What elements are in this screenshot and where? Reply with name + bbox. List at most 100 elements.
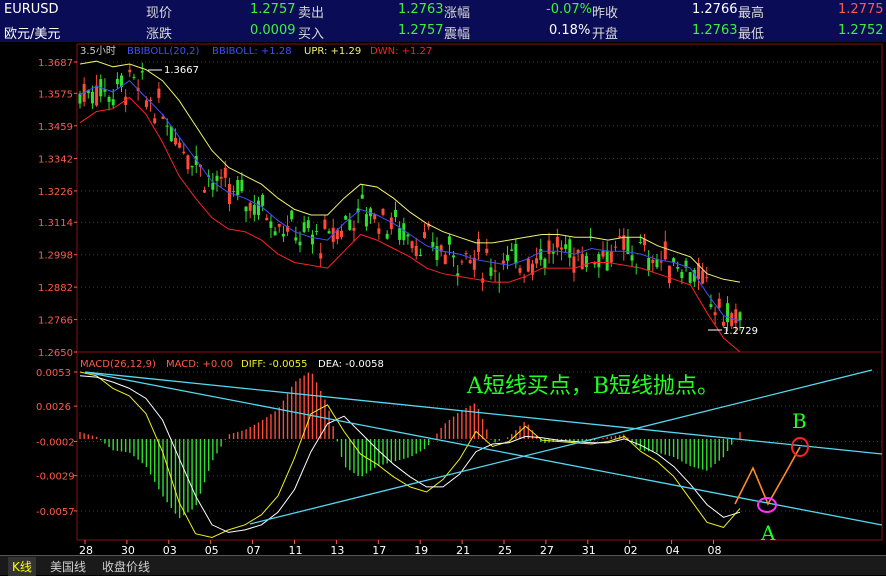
tab-us-line[interactable]: 美国线 [46,557,90,576]
value-bid: 1.2757 [398,23,444,38]
candle-body [630,255,634,261]
price-tick-label: 1.3226 [38,187,73,198]
candle-body [319,253,323,259]
candle-body [306,220,310,229]
label-last-price: 现价 [146,6,173,21]
price-tick-label: 1.2882 [38,283,73,294]
candle-body [186,155,190,170]
candle-body [526,258,530,272]
candle-body [140,71,144,73]
plot-frame [76,43,883,541]
candle-body [323,219,327,229]
x-tick-label: 08 [708,544,722,555]
legend-dwn: DWN: +1.27 [370,46,432,57]
candle-body [223,167,227,178]
macd-tick-label: 0.0053 [36,368,71,379]
price-tick-label: 1.3459 [38,122,73,133]
candle-body [618,236,622,238]
period-label: 3.5小时 [80,45,116,57]
symbol-name: 欧元/美元 [4,27,61,42]
candle-body [489,267,493,276]
candle-body [476,239,480,252]
x-tick-label: 21 [456,544,470,555]
price-tick-label: 1.2998 [38,251,73,262]
label-ask: 卖出 [298,6,325,21]
value-last-price: 1.2757 [250,2,296,17]
candle-body [265,217,269,221]
candle-body [298,241,302,246]
candle-body [613,246,617,248]
candle-body [95,85,99,106]
forecast-path [734,446,801,506]
candle-body [244,206,248,212]
candle-body [460,261,464,263]
price-tick-label: 1.2766 [38,316,73,327]
candle-body [410,241,414,249]
candle-body [464,253,468,255]
candle-body [676,266,680,269]
candle-body [651,259,655,264]
candle-body [447,236,451,245]
candle-body [543,258,547,269]
label-bid: 买入 [298,27,325,42]
label-low: 最低 [738,27,765,42]
candle-body [240,179,244,192]
candle-body [340,230,344,237]
candle-body [310,234,314,245]
candle-body [178,142,182,148]
candle-body [568,239,572,258]
candle-body [564,244,568,249]
candle-body [705,277,709,279]
candle-body [169,126,173,142]
value-amplitude: 0.18% [549,23,591,38]
candle-body [157,88,161,98]
candle-body [227,184,231,205]
candle-body [667,265,671,284]
x-tick-label: 25 [498,544,512,555]
candle-body [344,215,348,220]
candle-body [435,246,439,260]
candle-body [601,250,605,257]
price-tick-label: 1.3114 [38,218,73,229]
candle-body [402,223,406,241]
candle-body [443,254,447,265]
macd-tick-label: -0.0029 [36,472,75,483]
quote-header-row1: EURUSD 现价 1.2757 卖出 1.2763 涨幅 -0.07% 昨收 … [0,0,886,22]
candle-body [248,202,252,211]
candle-body [261,194,265,206]
candle-body [107,97,111,102]
tab-close-line[interactable]: 收盘价线 [98,557,154,576]
candle-body [377,228,381,234]
x-tick-label: 27 [540,544,554,555]
candle-body [680,271,684,279]
macd-tick-label: -0.0057 [36,507,75,518]
legend-macd-value: MACD: +0.00 [166,359,233,370]
value-change-pct: -0.07% [546,2,592,17]
candle-body [398,228,402,240]
candle-body [647,257,651,271]
candle-body [203,189,207,193]
label-b: B [792,409,807,433]
tab-kline[interactable]: K线 [8,557,36,576]
candle-body [518,268,522,273]
candle-body [572,256,576,273]
candle-body [663,241,667,260]
candle-body [468,260,472,264]
candle-body [182,151,186,154]
candle-body [269,221,273,228]
candle-body [605,250,609,271]
candle-body [281,233,285,237]
x-tick-label: 28 [79,544,93,555]
x-tick-label: 13 [330,544,344,555]
price-tick-label: 1.2650 [38,348,73,359]
candle-body [584,255,588,268]
candle-body [452,255,456,258]
value-high: 1.2775 [838,2,884,17]
candle-body [315,230,319,232]
legend-bbiboll-name: BBIBOLL(20,2) [127,46,200,57]
label-open: 开盘 [592,27,619,42]
value-ask: 1.2763 [398,2,444,17]
chart-area[interactable]: 3.5小时 BBIBOLL(20,2) BBIBOLL: +1.28 UPR: … [0,42,886,555]
candle-body [256,200,260,216]
value-low: 1.2752 [838,23,884,38]
